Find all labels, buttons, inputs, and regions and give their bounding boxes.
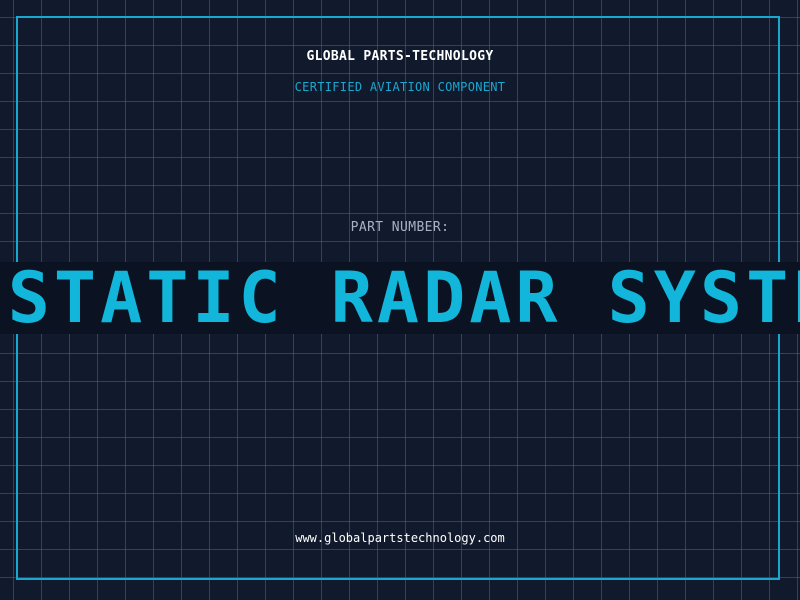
part-number-band: BISTATIC RADAR SYSTEM	[0, 262, 800, 334]
part-number-label: PART NUMBER:	[350, 220, 450, 235]
page: GLOBAL PARTS-TECHNOLOGY CERTIFIED AVIATI…	[0, 0, 800, 600]
part-number-value: BISTATIC RADAR SYSTEM	[0, 262, 800, 334]
company-name: GLOBAL PARTS-TECHNOLOGY	[306, 49, 494, 64]
website-url: www.globalpartstechnology.com	[295, 531, 505, 545]
certification-subtitle: CERTIFIED AVIATION COMPONENT	[294, 80, 506, 94]
